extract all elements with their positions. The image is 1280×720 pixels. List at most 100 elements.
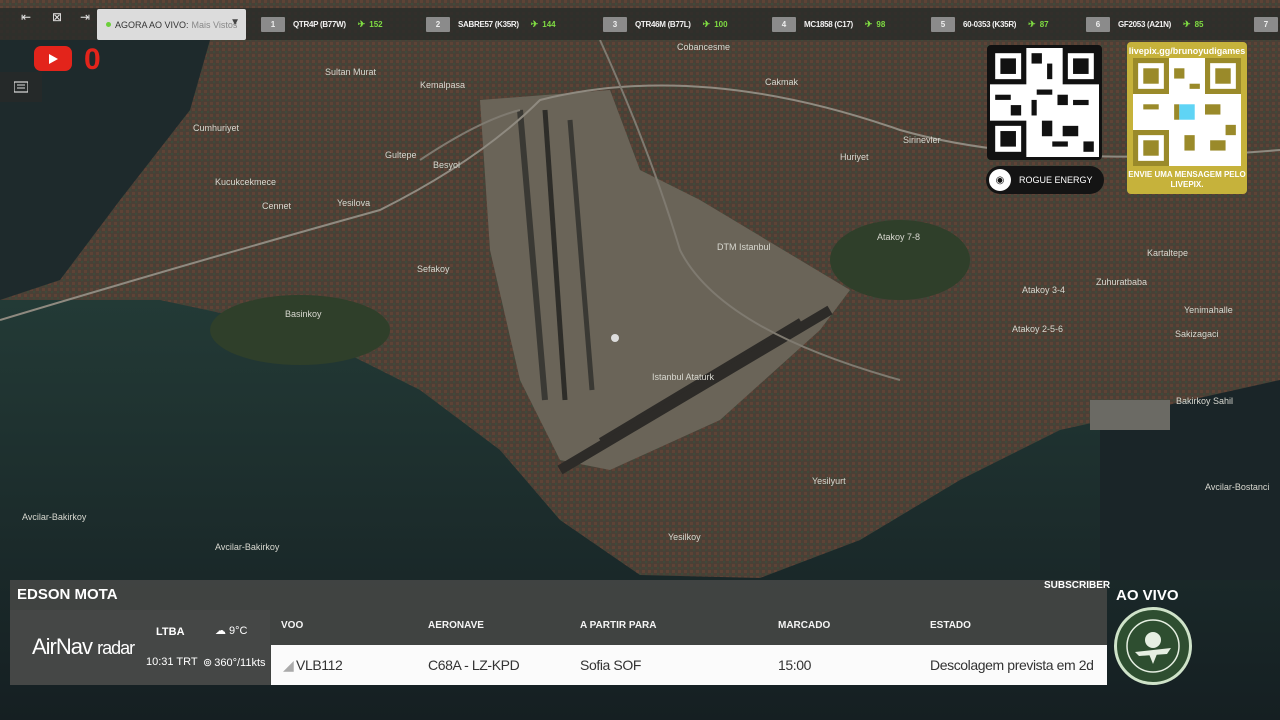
col-partir: A PARTIR PARA bbox=[580, 620, 657, 631]
map-label: Sefakoy bbox=[417, 264, 450, 274]
col-marcado: MARCADO bbox=[778, 620, 831, 631]
close-panel-icon[interactable]: ⊠ bbox=[45, 8, 69, 26]
map-label: Cennet bbox=[262, 201, 292, 211]
rogue-logo-icon: ◉ bbox=[989, 169, 1011, 191]
map-label: Sirinevler bbox=[903, 135, 941, 145]
slot-number: 3 bbox=[603, 16, 627, 32]
airnav-logo-b: radar bbox=[97, 638, 135, 658]
flight-slot[interactable]: 5 60-0353 (K35R) ✈ 87 bbox=[931, 16, 1049, 32]
map-label: Cobancesme bbox=[677, 42, 730, 52]
plane-icon: ✈ bbox=[702, 18, 711, 29]
flight-slot[interactable]: 2 SABRE57 (K35R) ✈ 144 bbox=[426, 16, 556, 32]
col-voo: VOO bbox=[281, 620, 304, 631]
live-flights-dropdown[interactable]: AGORA AO VIVO: Mais Vistos ▼ bbox=[97, 9, 246, 40]
map-label: Avcilar-Bostanci bbox=[1205, 482, 1269, 492]
table-row[interactable]: ◢ VLB112 C68A - LZ-KPD Sofia SOF 15:00 D… bbox=[271, 645, 1107, 685]
map-label: Gultepe bbox=[385, 150, 417, 160]
airnav-logo-a: AirNav bbox=[32, 634, 93, 659]
location-pin-icon bbox=[611, 334, 619, 342]
temp-value: 9°C bbox=[229, 624, 248, 637]
map-label: Istanbul Ataturk bbox=[652, 372, 715, 382]
map-label: Huriyet bbox=[840, 152, 869, 162]
livepix-qr-code bbox=[1133, 58, 1241, 166]
weather-wind: ⊚ 360°/11kts bbox=[203, 656, 266, 670]
map-label: Cumhuriyet bbox=[193, 123, 240, 133]
slot-viewers: 87 bbox=[1039, 19, 1049, 29]
slot-callsign: QTR46M (B77L) bbox=[635, 19, 691, 29]
youtube-subscriber-count: 0 bbox=[84, 43, 101, 76]
slot-number: 2 bbox=[426, 16, 450, 32]
plane-icon: ✈ bbox=[864, 18, 873, 29]
collapse-left-icon[interactable]: ⇤ bbox=[14, 8, 38, 26]
skip-next-icon[interactable]: ⇥ bbox=[73, 8, 97, 26]
chevron-down-icon: ▼ bbox=[230, 17, 240, 28]
slot-viewers: 85 bbox=[1194, 19, 1204, 29]
slot-viewers: 144 bbox=[542, 19, 556, 29]
map-label: Avcilar-Bakirkoy bbox=[22, 512, 87, 522]
plane-icon: ✈ bbox=[1183, 18, 1191, 29]
map-label: Sultan Murat bbox=[325, 67, 377, 77]
map-label: Kemalpasa bbox=[420, 80, 465, 90]
flight-slot[interactable]: 7 bbox=[1254, 16, 1280, 32]
sponsor-name: ROGUE ENERGY bbox=[1019, 175, 1093, 185]
airport-time: 10:31 TRT bbox=[146, 656, 198, 668]
slot-callsign: GF2053 (A21N) bbox=[1118, 19, 1172, 29]
map-label: Kartaltepe bbox=[1147, 248, 1188, 258]
map-label: Kucukcekmece bbox=[215, 177, 276, 187]
row-plane-icon: ◢ bbox=[283, 657, 294, 673]
ao-vivo-label: AO VIVO bbox=[1116, 587, 1179, 604]
flight-slot[interactable]: 6 GF2053 (A21N) ✈ 85 bbox=[1086, 16, 1203, 32]
slot-callsign: 60-0353 (K35R) bbox=[963, 19, 1017, 29]
map-label: Yesilkoy bbox=[668, 532, 701, 542]
slot-number: 1 bbox=[261, 16, 285, 32]
row-aeronave: C68A - LZ-KPD bbox=[428, 657, 520, 673]
row-marcado: 15:00 bbox=[778, 657, 812, 673]
plane-icon: ✈ bbox=[357, 18, 366, 29]
map-label: Zuhuratbaba bbox=[1096, 277, 1147, 287]
flight-slot[interactable]: 3 QTR46M (B77L) ✈ 100 bbox=[603, 16, 728, 32]
wind-icon: ⊚ bbox=[203, 657, 213, 669]
map-label: Besyol bbox=[433, 160, 460, 170]
slot-viewers: 98 bbox=[876, 19, 886, 29]
row-estado: Descolagem prevista em 2d bbox=[930, 657, 1094, 673]
subscriber-label: SUBSCRIBER bbox=[1044, 580, 1111, 591]
airnav-block: AirNav radar LTBA 10:31 TRT ☁ 9°C ⊚ 360°… bbox=[10, 610, 270, 685]
col-estado: ESTADO bbox=[930, 620, 971, 631]
map-label: Sakizagaci bbox=[1175, 329, 1219, 339]
livepix-message: ENVIE UMA MENSAGEM PELO LIVEPIX. bbox=[1128, 170, 1246, 189]
weather-temp: ☁ 9°C bbox=[215, 624, 248, 638]
cloud-icon: ☁ bbox=[215, 625, 226, 637]
slot-callsign: SABRE57 (K35R) bbox=[458, 19, 519, 29]
slot-callsign: QTR4P (B77W) bbox=[293, 19, 346, 29]
map-label: Bakirkoy Sahil bbox=[1176, 396, 1233, 406]
youtube-icon bbox=[34, 46, 72, 71]
flight-slot[interactable]: 4 MC1858 (C17) ✈ 98 bbox=[772, 16, 885, 32]
slot-number: 6 bbox=[1086, 16, 1110, 32]
wind-value: 360°/11kts bbox=[214, 656, 266, 669]
livepix-url: livepix.gg/brunoyudigames bbox=[1128, 46, 1246, 56]
slot-callsign: MC1858 (C17) bbox=[804, 19, 853, 29]
row-partir: Sofia SOF bbox=[580, 657, 641, 673]
live-label: AGORA AO VIVO: bbox=[115, 19, 189, 30]
airnav-logo: AirNav radar bbox=[32, 634, 135, 660]
slot-viewers: 152 bbox=[369, 19, 383, 29]
live-dot-icon bbox=[106, 22, 111, 27]
slot-number: 7 bbox=[1254, 16, 1278, 32]
slot-number: 4 bbox=[772, 16, 796, 32]
map-label: Basinkoy bbox=[285, 309, 322, 319]
qr-code bbox=[987, 45, 1102, 160]
plane-icon: ✈ bbox=[530, 18, 539, 29]
sponsor-badge: ◉ ROGUE ENERGY bbox=[986, 166, 1104, 194]
map-label: Atakoy 7-8 bbox=[877, 232, 920, 242]
table-header: VOO AERONAVE A PARTIR PARA MARCADO ESTAD… bbox=[271, 610, 1107, 642]
flight-slot[interactable]: 1 QTR4P (B77W) ✈ 152 bbox=[261, 16, 383, 32]
map-label: Avcilar-Bakirkoy bbox=[215, 542, 280, 552]
channel-badge-icon bbox=[1114, 607, 1192, 685]
flight-table: VOO AERONAVE A PARTIR PARA MARCADO ESTAD… bbox=[271, 610, 1107, 685]
map-label: Yenimahalle bbox=[1184, 305, 1233, 315]
map-label: Yesilyurt bbox=[812, 476, 846, 486]
row-voo: VLB112 bbox=[296, 657, 343, 673]
list-toggle-icon[interactable] bbox=[0, 72, 42, 102]
map-label: Yesilova bbox=[337, 198, 370, 208]
map-label: Cakmak bbox=[765, 77, 799, 87]
